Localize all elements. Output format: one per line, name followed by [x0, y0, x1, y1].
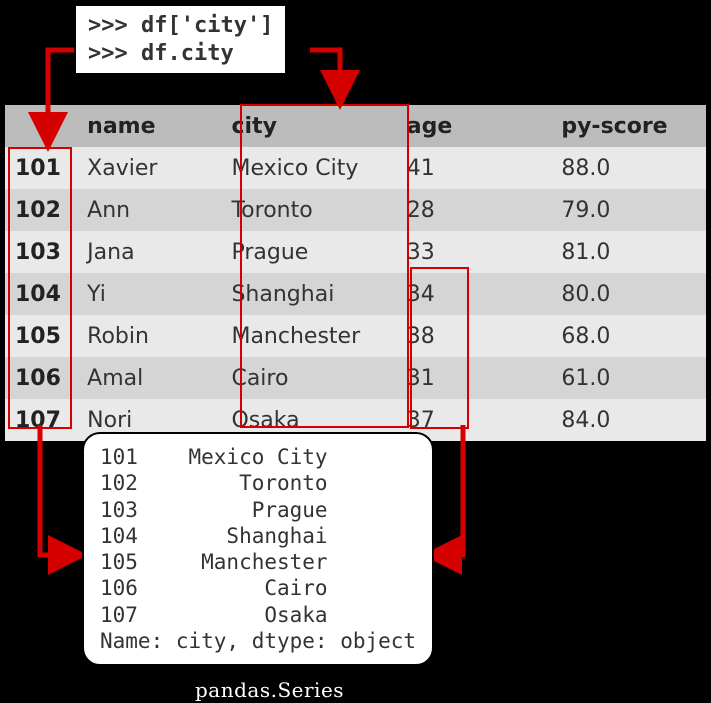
header-name: name — [77, 105, 221, 147]
cell-index: 102 — [5, 189, 77, 231]
cell-score: 80.0 — [551, 273, 706, 315]
cell-index: 104 — [5, 273, 77, 315]
cell-city: Prague — [221, 231, 396, 273]
cell-city: Manchester — [221, 315, 396, 357]
table-row: 102 Ann Toronto 28 79.0 — [5, 189, 706, 231]
table-row: 105 Robin Manchester 38 68.0 — [5, 315, 706, 357]
cell-score: 84.0 — [551, 399, 706, 441]
table-header-row: name city age py-score — [5, 105, 706, 147]
header-age: age — [397, 105, 552, 147]
cell-age: 38 — [397, 315, 552, 357]
series-output-box: 101 Mexico City 102 Toronto 103 Prague 1… — [82, 432, 434, 666]
caption-label: pandas.Series — [195, 678, 344, 702]
header-index — [5, 105, 77, 147]
cell-name: Xavier — [77, 147, 221, 189]
cell-index: 107 — [5, 399, 77, 441]
cell-score: 81.0 — [551, 231, 706, 273]
cell-score: 68.0 — [551, 315, 706, 357]
cell-age: 33 — [397, 231, 552, 273]
cell-age: 28 — [397, 189, 552, 231]
code-line-1: >>> df['city'] — [88, 12, 273, 40]
series-output-text: 101 Mexico City 102 Toronto 103 Prague 1… — [100, 445, 416, 653]
cell-index: 106 — [5, 357, 77, 399]
cell-city: Shanghai — [221, 273, 396, 315]
cell-index: 105 — [5, 315, 77, 357]
cell-city: Cairo — [221, 357, 396, 399]
table-row: 101 Xavier Mexico City 41 88.0 — [5, 147, 706, 189]
header-city: city — [221, 105, 396, 147]
code-input-box: >>> df['city'] >>> df.city — [74, 4, 287, 75]
cell-score: 88.0 — [551, 147, 706, 189]
table-row: 106 Amal Cairo 31 61.0 — [5, 357, 706, 399]
cell-age: 34 — [397, 273, 552, 315]
cell-age: 31 — [397, 357, 552, 399]
dataframe-table: name city age py-score 101 Xavier Mexico… — [5, 105, 706, 441]
cell-age: 41 — [397, 147, 552, 189]
cell-name: Jana — [77, 231, 221, 273]
header-score: py-score — [551, 105, 706, 147]
cell-city: Mexico City — [221, 147, 396, 189]
cell-name: Yi — [77, 273, 221, 315]
cell-index: 101 — [5, 147, 77, 189]
cell-name: Ann — [77, 189, 221, 231]
cell-city: Toronto — [221, 189, 396, 231]
cell-score: 79.0 — [551, 189, 706, 231]
code-line-2: >>> df.city — [88, 40, 273, 68]
cell-name: Amal — [77, 357, 221, 399]
cell-score: 61.0 — [551, 357, 706, 399]
cell-name: Robin — [77, 315, 221, 357]
cell-index: 103 — [5, 231, 77, 273]
table-row: 104 Yi Shanghai 34 80.0 — [5, 273, 706, 315]
table-row: 103 Jana Prague 33 81.0 — [5, 231, 706, 273]
